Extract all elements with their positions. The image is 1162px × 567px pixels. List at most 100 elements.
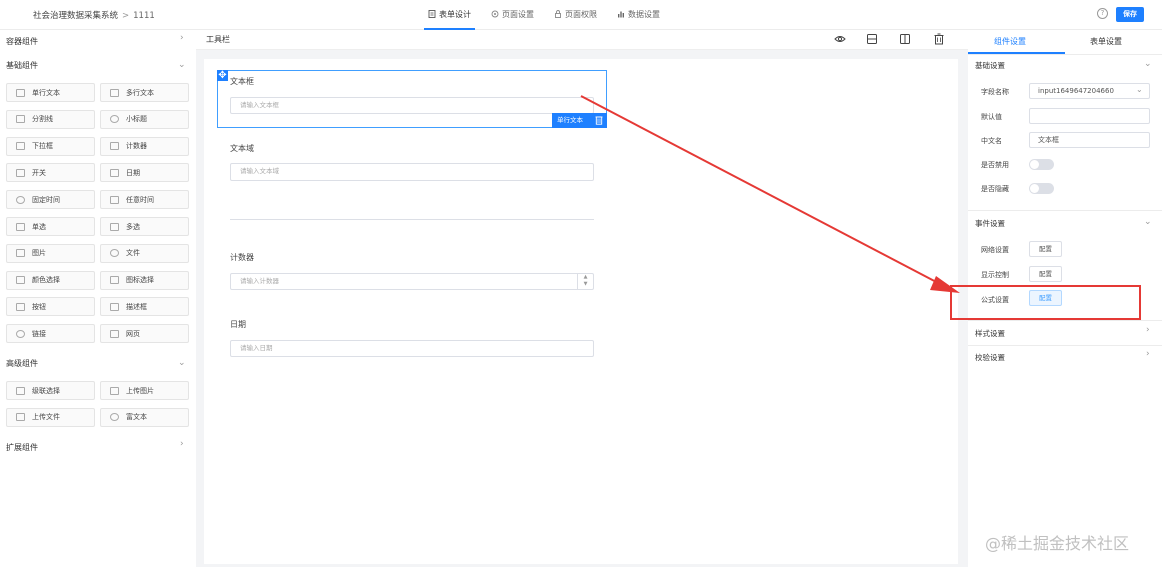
divider-line bbox=[230, 219, 594, 220]
network-config-button[interactable]: 配置 bbox=[1029, 241, 1062, 257]
section-container[interactable]: 容器组件 bbox=[6, 36, 38, 47]
component-label: 多行文本 bbox=[126, 88, 154, 97]
section-divider bbox=[968, 345, 1162, 346]
date-field[interactable]: 请输入日期 bbox=[230, 340, 594, 357]
component-item[interactable]: 图标选择 bbox=[100, 270, 189, 290]
component-item[interactable]: 多行文本 bbox=[100, 83, 189, 102]
chevron-right-icon[interactable]: › bbox=[1146, 325, 1150, 335]
stepper-arrows-icon[interactable]: ▲ ▼ bbox=[577, 274, 593, 289]
section-style-settings[interactable]: 样式设置 bbox=[975, 328, 1005, 339]
hidden-toggle[interactable] bbox=[1029, 183, 1054, 194]
component-item[interactable]: 小标题 bbox=[100, 109, 189, 129]
component-item[interactable]: 开关 bbox=[6, 163, 95, 183]
component-item[interactable]: 下拉框 bbox=[6, 136, 95, 156]
component-item[interactable]: 固定时间 bbox=[6, 190, 95, 210]
disabled-label: 是否禁用 bbox=[981, 161, 1009, 169]
component-item[interactable]: 单选 bbox=[6, 217, 95, 236]
component-item[interactable]: 上传图片 bbox=[100, 381, 189, 400]
network-settings-label: 网络设置 bbox=[981, 246, 1009, 254]
section-event-settings[interactable]: 事件设置 bbox=[975, 218, 1005, 229]
component-item[interactable]: 计数器 bbox=[100, 136, 189, 156]
component-label: 按钮 bbox=[32, 302, 46, 311]
component-icon bbox=[110, 329, 119, 338]
component-item[interactable]: 富文本 bbox=[100, 407, 189, 427]
component-label: 颜色选择 bbox=[32, 276, 60, 285]
component-label: 上传图片 bbox=[126, 386, 154, 395]
trash-icon[interactable] bbox=[933, 33, 945, 45]
component-label: 富文本 bbox=[126, 413, 147, 422]
disabled-toggle[interactable] bbox=[1029, 159, 1054, 170]
chevron-down-icon[interactable]: ⌄ bbox=[1136, 85, 1143, 94]
cn-name-input[interactable]: 文本框 bbox=[1029, 132, 1150, 148]
drag-handle-icon[interactable]: ✥ bbox=[217, 70, 228, 81]
eye-icon[interactable] bbox=[834, 33, 846, 45]
component-label: 日期 bbox=[126, 168, 140, 177]
text-input-field[interactable]: 请输入文本框 bbox=[230, 97, 594, 114]
section-basic[interactable]: 基础组件 bbox=[6, 60, 38, 71]
component-item[interactable]: 任意时间 bbox=[100, 190, 189, 210]
component-item[interactable]: 日期 bbox=[100, 163, 189, 183]
tab-component-settings[interactable]: 组件设置 bbox=[994, 36, 1026, 47]
component-item[interactable]: 网页 bbox=[100, 324, 189, 344]
layout-rows-icon[interactable] bbox=[866, 33, 878, 45]
tab-page-settings[interactable]: 页面设置 bbox=[487, 0, 538, 30]
save-button[interactable]: 保存 bbox=[1116, 7, 1144, 22]
chevron-right-icon[interactable]: › bbox=[1146, 349, 1150, 359]
help-icon[interactable]: ? bbox=[1097, 8, 1108, 19]
section-extend[interactable]: 扩展组件 bbox=[6, 442, 38, 453]
selected-type-tag: 单行文本 bbox=[552, 113, 607, 128]
display-config-button[interactable]: 配置 bbox=[1029, 266, 1062, 282]
annotation-highlight-box bbox=[950, 285, 1141, 320]
component-icon bbox=[16, 386, 25, 395]
breadcrumb-current: 1111 bbox=[133, 11, 155, 21]
delete-icon[interactable] bbox=[595, 115, 603, 125]
component-icon bbox=[16, 115, 25, 124]
chevron-right-icon[interactable]: › bbox=[180, 439, 184, 449]
component-label: 图片 bbox=[32, 249, 46, 258]
field-name-select[interactable]: input1649647204660 bbox=[1029, 83, 1150, 99]
component-icon bbox=[110, 249, 119, 258]
tab-form-design[interactable]: 表单设计 bbox=[424, 0, 475, 30]
chevron-down-icon[interactable]: ⌄ bbox=[178, 60, 186, 70]
section-divider bbox=[968, 210, 1162, 211]
default-value-input[interactable] bbox=[1029, 108, 1150, 124]
textarea-field[interactable]: 请输入文本域 bbox=[230, 163, 594, 181]
section-advanced[interactable]: 高级组件 bbox=[6, 358, 38, 369]
component-item[interactable]: 文件 bbox=[100, 243, 189, 263]
component-item[interactable]: 分割线 bbox=[6, 109, 95, 129]
component-icon bbox=[16, 302, 25, 311]
tab-form-settings[interactable]: 表单设置 bbox=[1090, 36, 1122, 47]
component-item[interactable]: 图片 bbox=[6, 243, 95, 263]
component-item[interactable]: 上传文件 bbox=[6, 407, 95, 427]
tab-label: 页面权限 bbox=[565, 9, 597, 19]
component-icon bbox=[16, 276, 25, 285]
chevron-down-icon[interactable]: ⌄ bbox=[1144, 59, 1152, 69]
component-item[interactable]: 颜色选择 bbox=[6, 270, 95, 290]
component-icon bbox=[110, 142, 119, 151]
section-validation-settings[interactable]: 校验设置 bbox=[975, 352, 1005, 363]
component-item[interactable]: 多选 bbox=[100, 217, 189, 236]
field-name-label: 字段名称 bbox=[981, 88, 1009, 96]
component-item[interactable]: 描述框 bbox=[100, 297, 189, 317]
component-item[interactable]: 单行文本 bbox=[6, 83, 95, 102]
layout-columns-icon[interactable] bbox=[899, 33, 911, 45]
breadcrumb-root[interactable]: 社会治理数据采集系统 bbox=[33, 11, 118, 21]
component-icon bbox=[110, 115, 119, 124]
chevron-down-icon[interactable]: ⌄ bbox=[1144, 217, 1152, 227]
tab-data-settings[interactable]: 数据设置 bbox=[613, 0, 664, 30]
section-basic-settings[interactable]: 基础设置 bbox=[975, 60, 1005, 71]
chevron-right-icon[interactable]: › bbox=[180, 33, 184, 43]
component-item[interactable]: 按钮 bbox=[6, 297, 95, 317]
top-bar: 社会治理数据采集系统 >1111 表单设计 页面设置 页面权限 数据设置 ? 保存 bbox=[0, 0, 1162, 30]
form-canvas[interactable] bbox=[204, 59, 958, 564]
tab-page-permission[interactable]: 页面权限 bbox=[550, 0, 601, 30]
lock-icon bbox=[555, 10, 561, 18]
component-icon bbox=[110, 168, 119, 177]
component-label: 描述框 bbox=[126, 302, 147, 311]
breadcrumb-separator: > bbox=[122, 11, 130, 21]
component-item[interactable]: 级联选择 bbox=[6, 381, 95, 400]
chevron-down-icon[interactable]: ⌄ bbox=[178, 358, 186, 368]
component-label: 单行文本 bbox=[32, 88, 60, 97]
component-item[interactable]: 链接 bbox=[6, 324, 95, 344]
counter-field[interactable]: 请输入计数器 bbox=[230, 273, 594, 290]
